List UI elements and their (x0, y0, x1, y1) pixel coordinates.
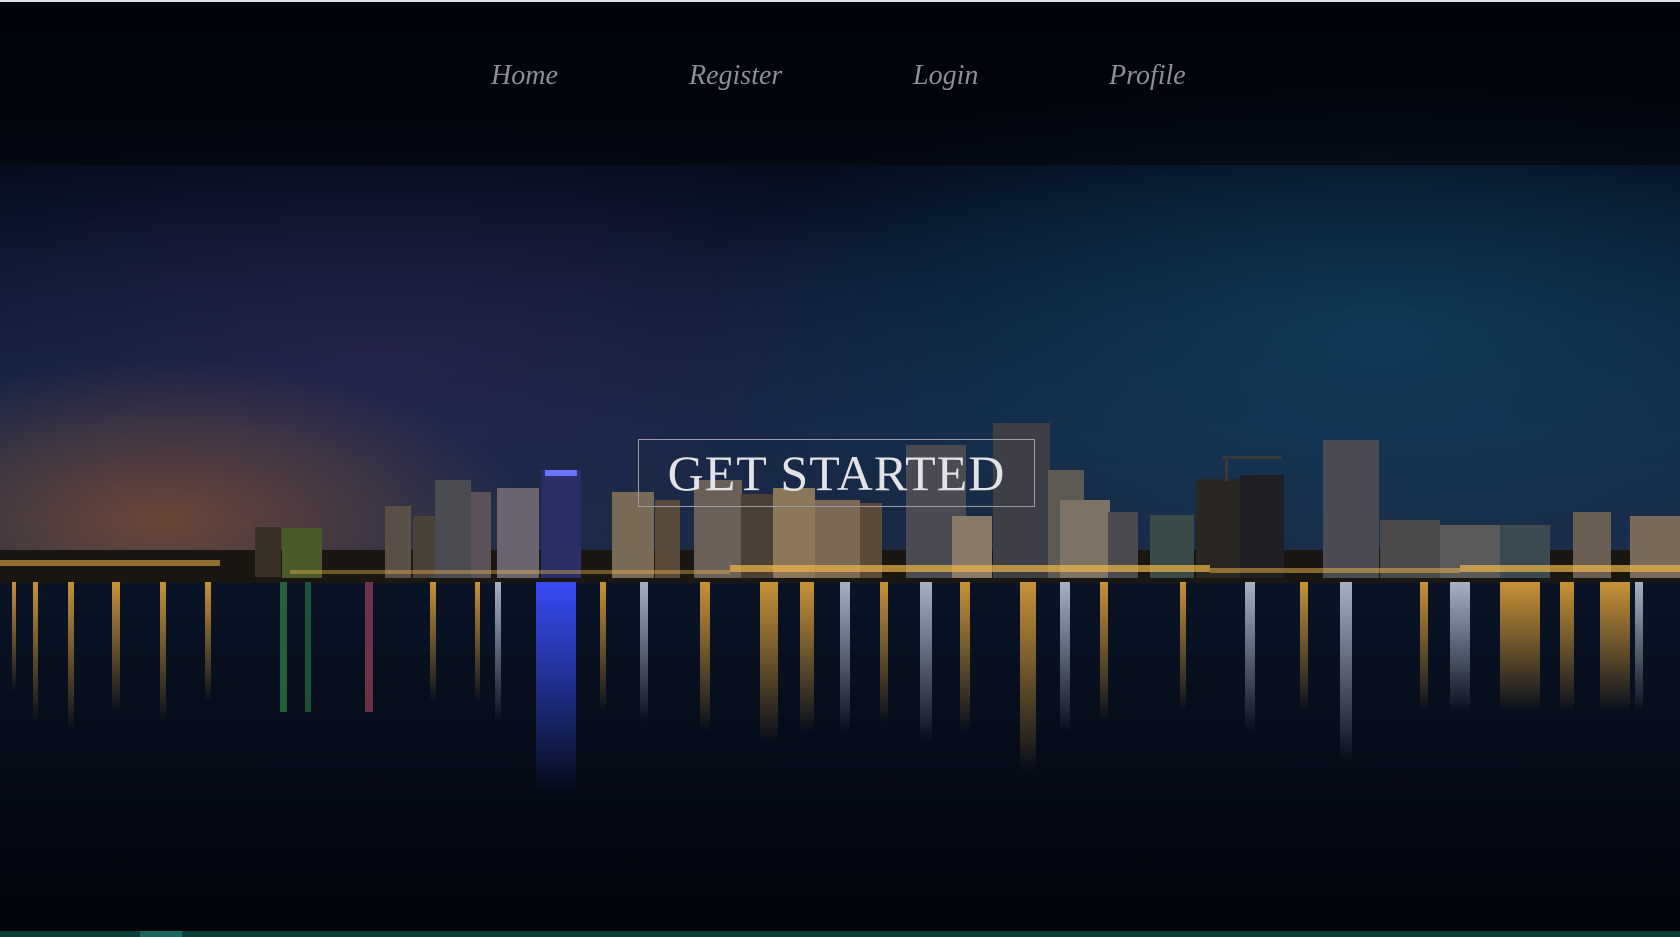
horizontal-scrollbar[interactable] (0, 931, 1680, 937)
main-navigation: Home Register Login Profile (0, 60, 1680, 100)
nav-link-home[interactable]: Home (491, 60, 558, 92)
nav-link-login[interactable]: Login (913, 60, 978, 92)
nav-link-profile[interactable]: Profile (1109, 60, 1186, 92)
scrollbar-thumb[interactable] (140, 931, 182, 937)
get-started-label: GET STARTED (667, 445, 1006, 501)
top-border (0, 0, 1680, 2)
nav-link-register[interactable]: Register (689, 60, 782, 92)
get-started-button[interactable]: GET STARTED (638, 439, 1035, 507)
